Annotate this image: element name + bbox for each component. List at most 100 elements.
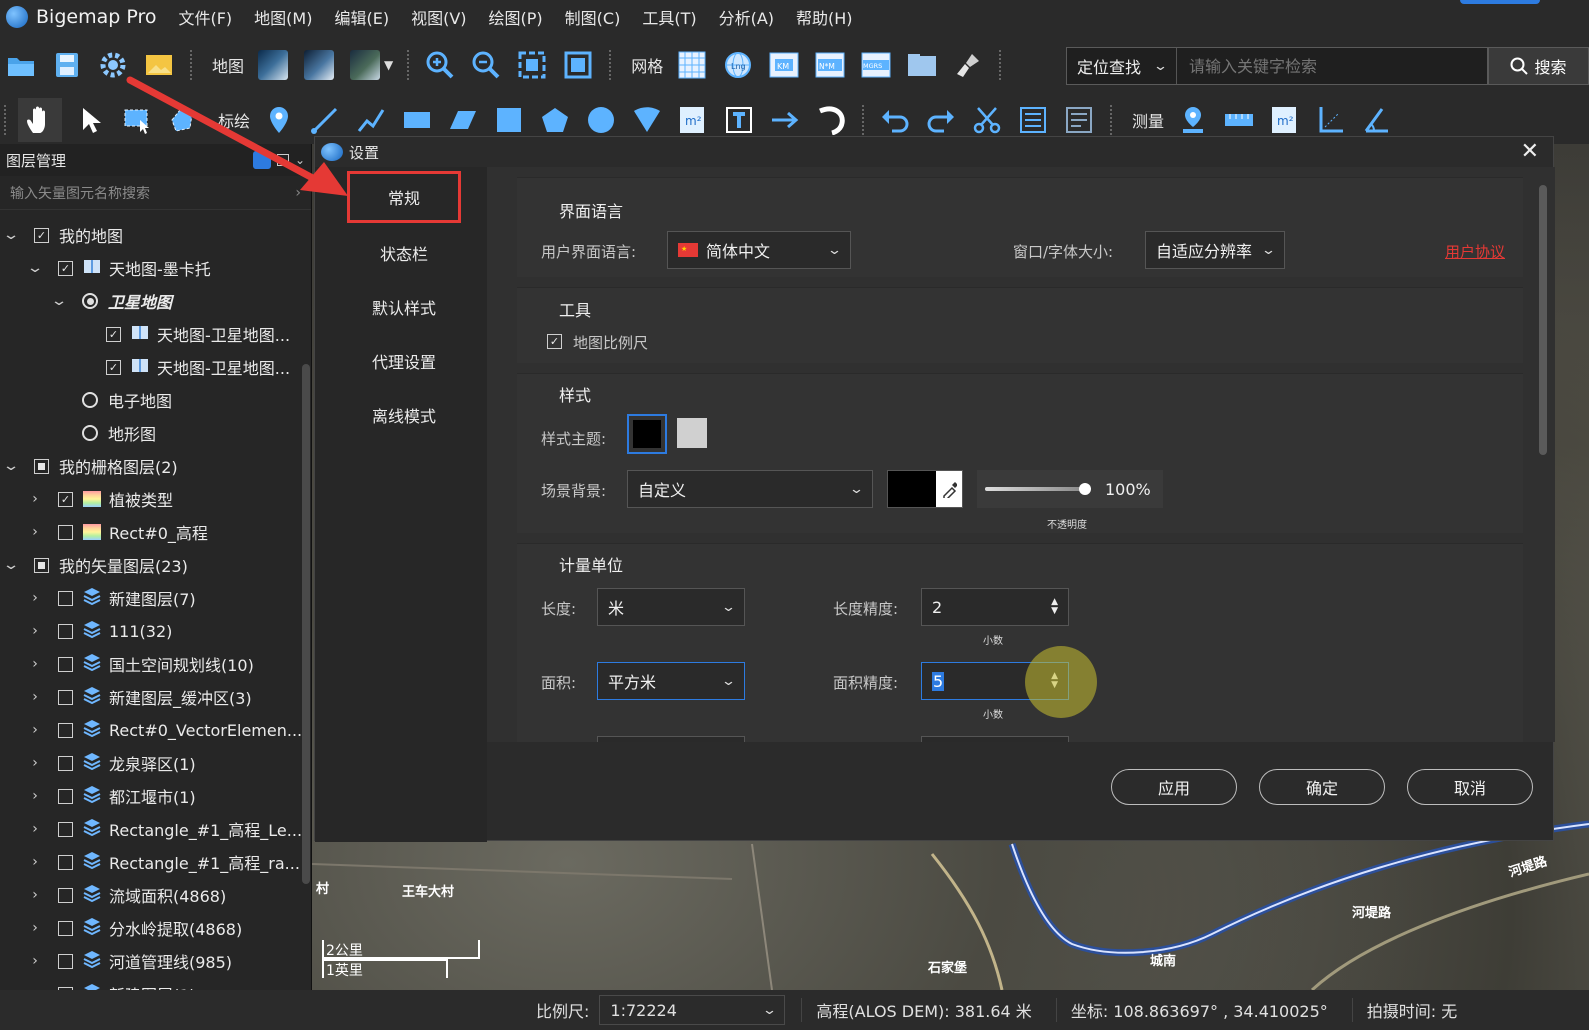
layer-tree-row[interactable]: ⌄ 卫星地图 [50, 286, 172, 316]
layer-checkbox[interactable] [58, 524, 73, 540]
layer-checkbox[interactable] [58, 821, 73, 837]
layer-checkbox[interactable] [58, 656, 73, 672]
layer-tree-row[interactable]: › 国土空间规划线(10) [26, 649, 254, 679]
expand-right-icon[interactable]: › [26, 953, 44, 969]
layer-checkbox[interactable] [58, 689, 73, 705]
user-agreement-link[interactable]: 用户协议 [1445, 241, 1505, 262]
save-icon[interactable] [50, 48, 84, 82]
full-screen-icon[interactable] [561, 48, 595, 82]
theme-dark-swatch[interactable] [627, 414, 667, 454]
layer-tree-row[interactable]: › Rectangle_#1_高程_Le... [26, 814, 302, 844]
redo-icon[interactable] [924, 103, 958, 137]
expand-down-icon[interactable]: ⌄ [22, 260, 49, 276]
layer-checkbox[interactable] [58, 590, 73, 606]
layer-checkbox[interactable] [58, 788, 73, 804]
expand-down-icon[interactable]: ⌄ [0, 227, 25, 243]
parallelogram-icon[interactable] [446, 103, 480, 137]
menu-cartography[interactable]: 制图(C) [565, 5, 621, 29]
nav-statusbar[interactable]: 状态栏 [347, 227, 461, 279]
search-input[interactable] [1177, 48, 1487, 84]
square-icon[interactable] [492, 103, 526, 137]
layer-tree-row[interactable]: › 新建图层_缓冲区(3) [26, 682, 252, 712]
layer-checkbox[interactable] [34, 557, 49, 573]
layer-checkbox[interactable] [58, 623, 73, 639]
eyedropper-icon[interactable] [936, 471, 962, 507]
layer-tree-row[interactable]: › Rectangle_#1_高程_ra... [26, 847, 300, 877]
attribute-table-icon[interactable] [1016, 103, 1050, 137]
measure-point-icon[interactable] [1176, 103, 1210, 137]
layer-radio[interactable] [82, 425, 98, 441]
map-folder-icon[interactable] [905, 48, 939, 82]
text-box-icon[interactable] [722, 103, 756, 137]
bg-color-picker[interactable] [887, 470, 963, 508]
select-arrow-icon[interactable] [74, 103, 108, 137]
sector-icon[interactable] [630, 103, 664, 137]
next-unit-select-partial[interactable] [597, 736, 745, 742]
list-icon[interactable] [1062, 103, 1096, 137]
menu-file[interactable]: 文件(F) [178, 5, 232, 29]
measure-distance-icon[interactable] [1222, 103, 1256, 137]
zoom-in-icon[interactable] [423, 48, 457, 82]
layer-checkbox[interactable] [58, 953, 73, 969]
menu-edit[interactable]: 编辑(E) [334, 5, 389, 29]
opacity-slider[interactable] [985, 483, 1091, 495]
layer-checkbox[interactable] [58, 920, 73, 936]
layer-tree-row[interactable]: › 流域面积(4868) [26, 880, 226, 910]
layer-checkbox[interactable] [58, 854, 73, 870]
area-unit-icon[interactable]: m² [676, 103, 710, 137]
expand-right-icon[interactable]: › [26, 821, 44, 837]
layer-checkbox[interactable]: ✓ [34, 227, 49, 243]
layer-radio[interactable] [82, 293, 98, 309]
layer-checkbox[interactable]: ✓ [106, 359, 121, 375]
layer-tree-row[interactable]: ⌄ ✓ 天地图-墨卡托 [26, 253, 211, 283]
measure-label[interactable]: 测量 [1132, 108, 1164, 132]
layer-tree-row[interactable]: ⌄ 我的矢量图层(23) [2, 550, 188, 580]
nav-default-style[interactable]: 默认样式 [347, 281, 461, 333]
clear-brush-icon[interactable] [951, 48, 985, 82]
menu-analysis[interactable]: 分析(A) [719, 5, 774, 29]
menu-map[interactable]: 地图(M) [254, 5, 312, 29]
pentagon-icon[interactable] [538, 103, 572, 137]
menu-help[interactable]: 帮助(H) [796, 5, 853, 29]
layer-checkbox[interactable]: ✓ [106, 326, 121, 342]
undo-icon[interactable] [878, 103, 912, 137]
scale-select[interactable]: 1:72224 ⌄ [599, 995, 786, 1025]
area-unit-select[interactable]: 平方米 ⌄ [597, 662, 745, 700]
cancel-button[interactable]: 取消 [1407, 769, 1533, 805]
globe-grid-icon[interactable]: Lng [721, 48, 755, 82]
km-grid-icon[interactable]: KM [767, 48, 801, 82]
font-size-select[interactable]: 自适应分辨率 ⌄ [1145, 231, 1285, 269]
search-mode-select[interactable]: 定位查找 ⌄ [1067, 48, 1177, 84]
menu-draw[interactable]: 绘图(P) [489, 5, 543, 29]
expand-right-icon[interactable]: › [26, 722, 44, 738]
expand-down-icon[interactable]: ⌄ [0, 458, 25, 474]
measure-height-icon[interactable] [1314, 103, 1348, 137]
layer-checkbox[interactable] [58, 755, 73, 771]
arrow-right-icon[interactable] [768, 103, 802, 137]
layer-tree-row[interactable]: ⌄ ✓ 我的地图 [2, 220, 123, 250]
scissors-icon[interactable] [970, 103, 1004, 137]
layer-panel-scrollbar[interactable] [302, 364, 310, 884]
expand-right-icon[interactable]: › [26, 887, 44, 903]
expand-right-icon[interactable]: › [26, 524, 44, 540]
menu-tools[interactable]: 工具(T) [642, 5, 696, 29]
expand-down-icon[interactable]: ⌄ [0, 557, 25, 573]
expand-right-icon[interactable]: › [26, 689, 44, 705]
pan-hand-icon[interactable] [18, 98, 62, 142]
apply-button[interactable]: 应用 [1111, 769, 1237, 805]
layer-tree-row[interactable]: › 都江堰市(1) [26, 781, 196, 811]
layer-checkbox[interactable] [58, 722, 73, 738]
grid-label[interactable]: 网格 [631, 53, 663, 77]
scale-bar-checkbox[interactable]: ✓ [547, 334, 562, 349]
length-precision-spinner[interactable]: 2 ▲ ▼ [921, 588, 1069, 626]
expand-right-icon[interactable]: › [26, 590, 44, 606]
zoom-out-icon[interactable] [469, 48, 503, 82]
expand-right-icon[interactable]: › [26, 788, 44, 804]
layer-radio[interactable] [82, 392, 98, 408]
layer-tree-row[interactable]: › 新建图层(7) [26, 583, 196, 613]
opacity-slider-knob[interactable] [1079, 483, 1091, 495]
length-unit-select[interactable]: 米 ⌄ [597, 588, 745, 626]
expand-right-icon[interactable]: › [26, 656, 44, 672]
layer-tree-row[interactable]: ✓ 天地图-卫星地图... [74, 352, 290, 382]
grid-icon[interactable] [675, 48, 709, 82]
